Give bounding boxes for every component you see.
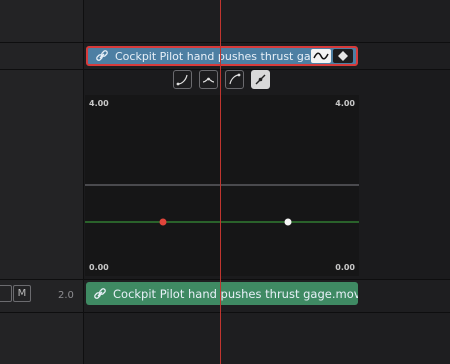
- curve-linear-button[interactable]: [251, 70, 270, 89]
- audio-clip[interactable]: Cockpit Pilot hand pushes thrust gage.mo…: [86, 282, 358, 305]
- track-divider: [0, 312, 450, 313]
- curve-plot: [85, 184, 359, 226]
- curve-ease-out-button[interactable]: [225, 70, 244, 89]
- link-icon: [96, 50, 108, 61]
- track-divider: [0, 279, 450, 280]
- keyframe-point-selected: [159, 218, 167, 226]
- link-icon: [94, 287, 106, 299]
- playhead[interactable]: [220, 0, 221, 364]
- header-divider: [83, 0, 84, 364]
- ease-out-icon: [229, 73, 241, 85]
- clip-name: Cockpit Pilot hand pushes thrust gag...: [115, 49, 311, 63]
- keyframe-curve-graph[interactable]: 4.00 4.00 0.00 0.00: [85, 95, 359, 276]
- solo-button[interactable]: [0, 285, 12, 302]
- clip-name: Cockpit Pilot hand pushes thrust gage.mo…: [113, 286, 358, 301]
- ease-in-icon: [176, 74, 188, 86]
- mute-button[interactable]: M: [13, 285, 31, 302]
- curve-ease-point-button[interactable]: [199, 70, 218, 89]
- keyframe-point: [284, 218, 292, 226]
- video-clip-selected[interactable]: Cockpit Pilot hand pushes thrust gag...: [86, 46, 358, 66]
- keyframe-icon[interactable]: [333, 49, 353, 63]
- audio-level-value: 2.0: [58, 290, 74, 301]
- ease-point-icon: [202, 77, 215, 83]
- linear-icon: [255, 74, 266, 85]
- track-divider: [0, 42, 450, 43]
- curve-editor-icon[interactable]: [311, 49, 331, 63]
- track-header-column: [0, 0, 84, 364]
- curve-ease-in-button[interactable]: [173, 70, 192, 89]
- video-lane-upper: [84, 0, 450, 42]
